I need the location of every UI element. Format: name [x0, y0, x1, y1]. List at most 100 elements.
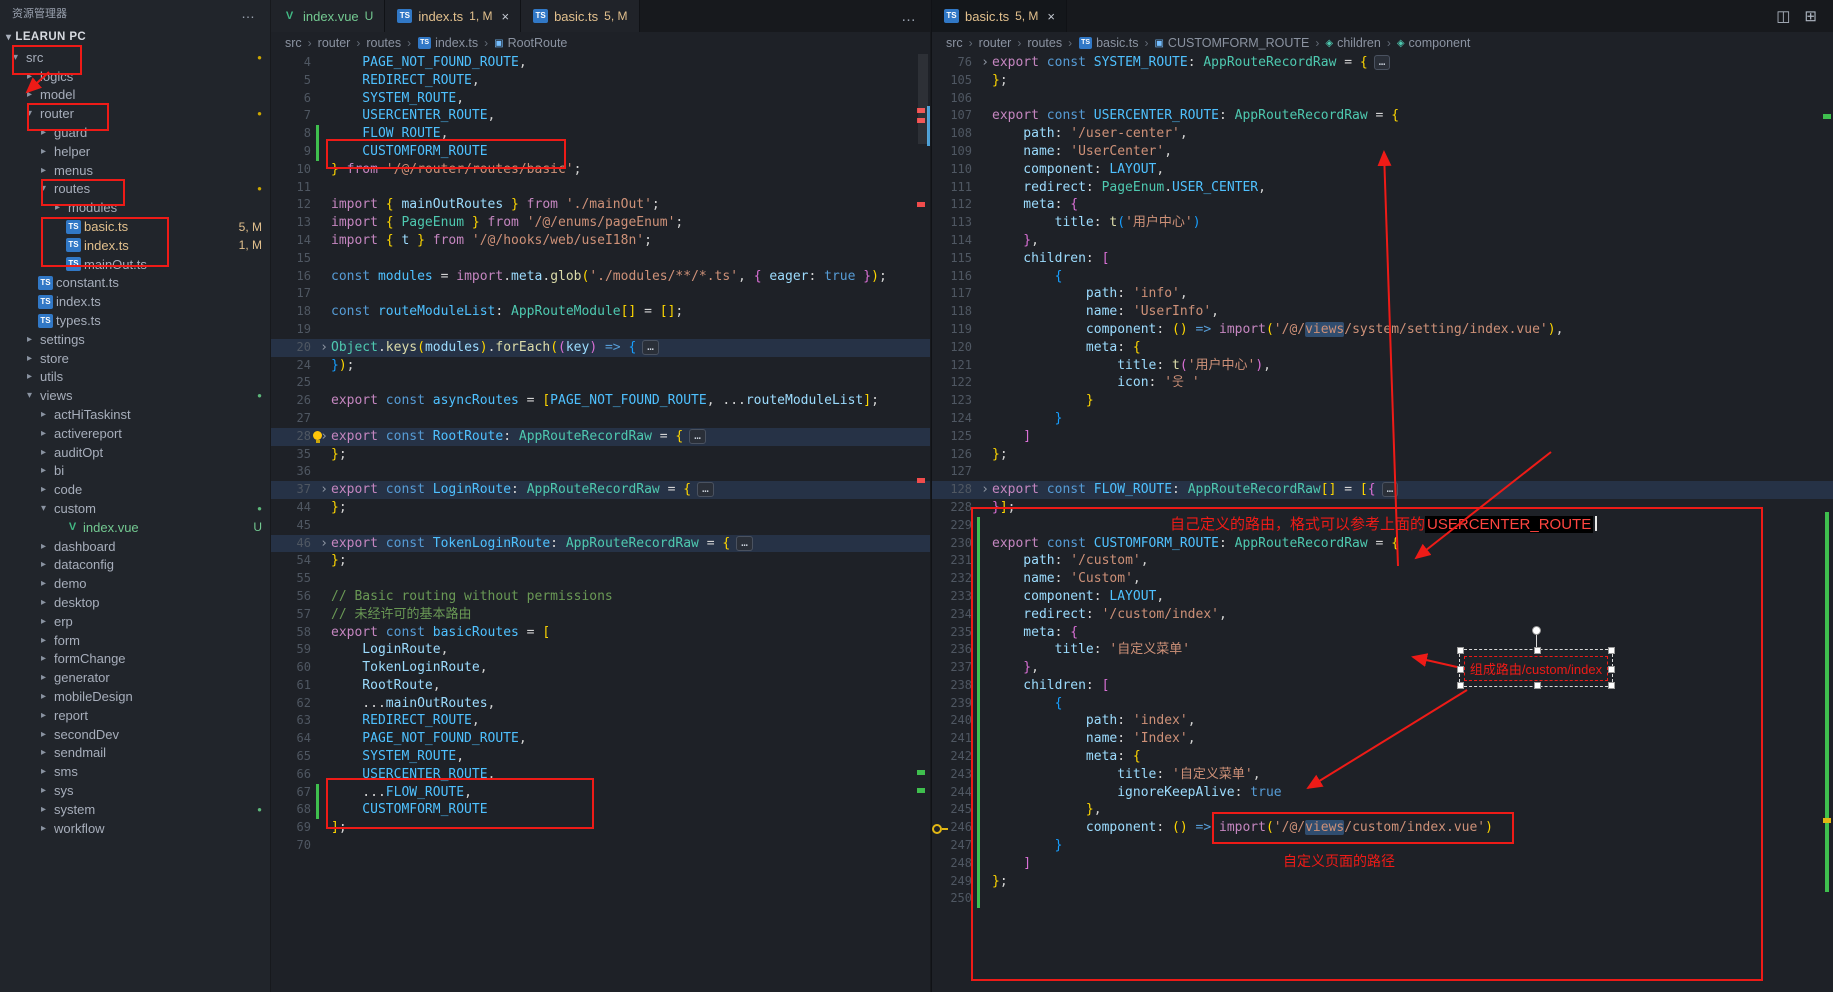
line-number[interactable]: 9 — [281, 143, 311, 161]
line-number[interactable]: 24 — [281, 357, 311, 375]
more-actions-icon[interactable]: … — [887, 0, 930, 32]
line-number[interactable]: 66 — [281, 766, 311, 784]
folded-region-ellipsis[interactable]: … — [642, 340, 659, 355]
tree-item-utils[interactable]: ▸utils — [0, 368, 270, 387]
line-number[interactable]: 63 — [281, 712, 311, 730]
chevron-right-icon[interactable]: ▸ — [36, 747, 51, 758]
tab-basic.ts[interactable]: TSbasic.ts5, M× — [932, 0, 1067, 32]
line-number[interactable]: 11 — [281, 179, 311, 197]
tree-item-index.ts[interactable]: TSindex.ts1, M — [0, 236, 270, 255]
line-number[interactable]: 127 — [942, 463, 972, 481]
line-number[interactable]: 60 — [281, 659, 311, 677]
tree-item-activereport[interactable]: ▸activereport — [0, 424, 270, 443]
tree-item-logics[interactable]: ▸logics — [0, 67, 270, 86]
line-number[interactable]: 106 — [942, 90, 972, 108]
tree-item-secondDev[interactable]: ▸secondDev — [0, 725, 270, 744]
line-number[interactable]: 67 — [281, 784, 311, 802]
line-number[interactable]: 128 — [942, 481, 972, 499]
line-number[interactable]: 109 — [942, 143, 972, 161]
tree-item-mobileDesign[interactable]: ▸mobileDesign — [0, 687, 270, 706]
line-number[interactable]: 13 — [281, 214, 311, 232]
tree-item-index.ts[interactable]: TSindex.ts — [0, 292, 270, 311]
breadcrumb-item-children[interactable]: ◈children — [1325, 36, 1380, 50]
chevron-right-icon[interactable]: ▸ — [36, 165, 51, 176]
line-number[interactable]: 62 — [281, 695, 311, 713]
line-number[interactable]: 247 — [942, 837, 972, 855]
folded-region-ellipsis[interactable]: … — [1374, 55, 1391, 70]
tree-item-report[interactable]: ▸report — [0, 706, 270, 725]
chevron-right-icon[interactable]: ▸ — [36, 559, 51, 570]
chevron-down-icon[interactable]: ▾ — [36, 183, 51, 194]
chevron-down-icon[interactable]: ▾ — [22, 108, 37, 119]
line-number[interactable]: 242 — [942, 748, 972, 766]
breadcrumb-item-src[interactable]: src — [285, 36, 302, 50]
line-number[interactable]: 61 — [281, 677, 311, 695]
chevron-right-icon[interactable]: ▸ — [36, 428, 51, 439]
line-number[interactable]: 234 — [942, 606, 972, 624]
line-number[interactable]: 17 — [281, 285, 311, 303]
line-number[interactable]: 230 — [942, 535, 972, 553]
fold-chevron-icon[interactable]: › — [981, 481, 989, 499]
line-number[interactable]: 248 — [942, 855, 972, 873]
explorer-more-icon[interactable]: … — [241, 5, 256, 21]
tree-item-views[interactable]: ▾views● — [0, 386, 270, 405]
chevron-right-icon[interactable]: ▸ — [36, 409, 51, 420]
line-number[interactable]: 70 — [281, 837, 311, 855]
tree-item-guard[interactable]: ▸guard — [0, 123, 270, 142]
line-number[interactable]: 120 — [942, 339, 972, 357]
line-number[interactable]: 116 — [942, 268, 972, 286]
fold-chevron-icon[interactable]: › — [320, 535, 328, 553]
tree-item-workflow[interactable]: ▸workflow — [0, 819, 270, 838]
line-number[interactable]: 236 — [942, 641, 972, 659]
tree-item-index.vue[interactable]: Vindex.vueU — [0, 518, 270, 537]
tree-item-modules[interactable]: ▸modules — [0, 198, 270, 217]
tree-item-menus[interactable]: ▸menus — [0, 161, 270, 180]
line-number[interactable]: 238 — [942, 677, 972, 695]
line-number[interactable]: 44 — [281, 499, 311, 517]
project-root-row[interactable]: ▾ LEARUN PC — [0, 26, 270, 48]
chevron-right-icon[interactable]: ▸ — [36, 691, 51, 702]
line-number[interactable]: 19 — [281, 321, 311, 339]
tree-item-dashboard[interactable]: ▸dashboard — [0, 537, 270, 556]
close-tab-icon[interactable]: × — [498, 9, 509, 24]
folded-region-ellipsis[interactable]: … — [736, 536, 753, 551]
line-number[interactable]: 35 — [281, 446, 311, 464]
chevron-right-icon[interactable]: ▸ — [36, 729, 51, 740]
editor-1[interactable]: 4 PAGE_NOT_FOUND_ROUTE,5 REDIRECT_ROUTE,… — [271, 54, 930, 992]
chevron-right-icon[interactable]: ▸ — [36, 578, 51, 589]
chevron-right-icon[interactable]: ▸ — [36, 127, 51, 138]
line-number[interactable]: 8 — [281, 125, 311, 143]
line-number[interactable]: 243 — [942, 766, 972, 784]
line-number[interactable]: 65 — [281, 748, 311, 766]
editor-layout-icon[interactable]: ⊞ — [1804, 7, 1817, 25]
line-number[interactable]: 20 — [281, 339, 311, 357]
tree-item-formChange[interactable]: ▸formChange — [0, 650, 270, 669]
tree-item-sendmail[interactable]: ▸sendmail — [0, 743, 270, 762]
chevron-right-icon[interactable]: ▸ — [22, 371, 37, 382]
fold-chevron-icon[interactable]: › — [320, 481, 328, 499]
tree-item-generator[interactable]: ▸generator — [0, 668, 270, 687]
line-number[interactable]: 16 — [281, 268, 311, 286]
line-number[interactable]: 108 — [942, 125, 972, 143]
line-number[interactable]: 115 — [942, 250, 972, 268]
tree-item-bi[interactable]: ▸bi — [0, 462, 270, 481]
line-number[interactable]: 229 — [942, 517, 972, 535]
chevron-right-icon[interactable]: ▸ — [36, 541, 51, 552]
line-number[interactable]: 122 — [942, 374, 972, 392]
fold-chevron-icon[interactable]: › — [981, 54, 989, 72]
chevron-right-icon[interactable]: ▸ — [22, 71, 37, 82]
line-number[interactable]: 5 — [281, 72, 311, 90]
overview-ruler-1[interactable] — [916, 54, 930, 992]
tree-item-code[interactable]: ▸code — [0, 480, 270, 499]
tree-item-auditOpt[interactable]: ▸auditOpt — [0, 443, 270, 462]
line-number[interactable]: 76 — [942, 54, 972, 72]
line-number[interactable]: 14 — [281, 232, 311, 250]
line-number[interactable]: 237 — [942, 659, 972, 677]
tree-item-sms[interactable]: ▸sms — [0, 762, 270, 781]
tree-item-demo[interactable]: ▸demo — [0, 574, 270, 593]
line-number[interactable]: 117 — [942, 285, 972, 303]
tab-index.ts[interactable]: TSindex.ts1, M× — [385, 0, 521, 32]
close-tab-icon[interactable]: × — [1044, 9, 1055, 24]
tree-item-settings[interactable]: ▸settings — [0, 330, 270, 349]
tree-item-constant.ts[interactable]: TSconstant.ts — [0, 274, 270, 293]
